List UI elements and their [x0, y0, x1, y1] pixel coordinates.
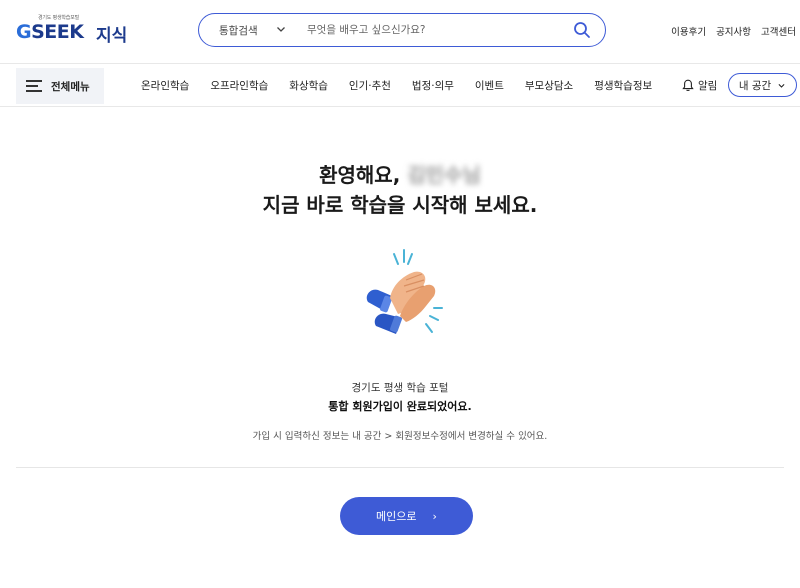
alarm-label: 알림: [698, 80, 718, 92]
greeting-line-2: 지금 바로 학습을 시작해 보세요.: [262, 193, 538, 217]
nav-items: 온라인학습 오프라인학습 화상학습 인기·추천 법정·의무 이벤트 부모상담소 …: [141, 78, 652, 93]
nav-item-parent-counsel[interactable]: 부모상담소: [525, 78, 573, 93]
info-edit-guide-text: 가입 시 입력하신 정보는 내 공간 > 회원정보수정에서 변경하실 수 있어요…: [252, 431, 548, 442]
logo-service-name: 지식: [96, 26, 128, 46]
divider: [16, 467, 784, 468]
main-nav: 전체메뉴 온라인학습 오프라인학습 화상학습 인기·추천 법정·의무 이벤트 부…: [0, 63, 800, 107]
go-main-button[interactable]: 메인으로 ›: [340, 497, 473, 535]
clapping-hands-illustration: [366, 249, 443, 334]
site-logo[interactable]: 경기도 평생학습포털 GSEEK 지식: [16, 12, 136, 46]
go-main-label: 메인으로: [376, 510, 417, 523]
my-space-button[interactable]: 내 공간: [728, 73, 797, 97]
signup-complete-text: 통합 회원가입이 완료되었어요.: [328, 400, 472, 413]
search-bar: 통합검색: [198, 13, 606, 47]
user-name-blurred: 김민수님: [407, 163, 481, 187]
nav-item-video[interactable]: 화상학습: [289, 78, 328, 93]
top-header: 경기도 평생학습포털 GSEEK 지식 통합검색 이용후기 공지사항 고객센터: [0, 0, 800, 62]
chevron-down-icon[interactable]: [275, 23, 287, 35]
search-input[interactable]: [307, 21, 557, 39]
search-icon[interactable]: [573, 21, 591, 39]
my-space-label: 내 공간: [738, 79, 772, 92]
chevron-down-icon: [778, 83, 785, 88]
search-scope-select[interactable]: 통합검색: [219, 23, 258, 38]
utility-links: 이용후기 공지사항 고객센터: [671, 24, 796, 38]
link-notices[interactable]: 공지사항: [716, 24, 751, 38]
nav-item-mandatory[interactable]: 법정·의무: [412, 78, 454, 93]
nav-item-event[interactable]: 이벤트: [475, 78, 504, 93]
all-menu-button[interactable]: 전체메뉴: [16, 68, 104, 104]
logo-brand: GSEEK: [16, 21, 84, 43]
hamburger-icon: [26, 80, 42, 92]
portal-name-text: 경기도 평생 학습 포털: [351, 382, 449, 394]
link-reviews[interactable]: 이용후기: [671, 24, 706, 38]
all-menu-label: 전체메뉴: [51, 80, 90, 93]
nav-item-learning-info[interactable]: 평생학습정보: [594, 78, 652, 93]
welcome-heading: 환영해요, 김민수님 지금 바로 학습을 시작해 보세요.: [0, 160, 800, 220]
link-customer-center[interactable]: 고객센터: [761, 24, 796, 38]
nav-item-popular[interactable]: 인기·추천: [349, 78, 391, 93]
nav-item-online[interactable]: 온라인학습: [141, 78, 189, 93]
logo-tagline: 경기도 평생학습포털: [38, 15, 79, 21]
bell-icon: [682, 79, 694, 92]
alarm-button[interactable]: 알림: [682, 78, 717, 93]
greeting-prefix: 환영해요,: [319, 163, 401, 187]
chevron-right-icon: ›: [432, 509, 437, 523]
nav-item-offline[interactable]: 오프라인학습: [210, 78, 268, 93]
